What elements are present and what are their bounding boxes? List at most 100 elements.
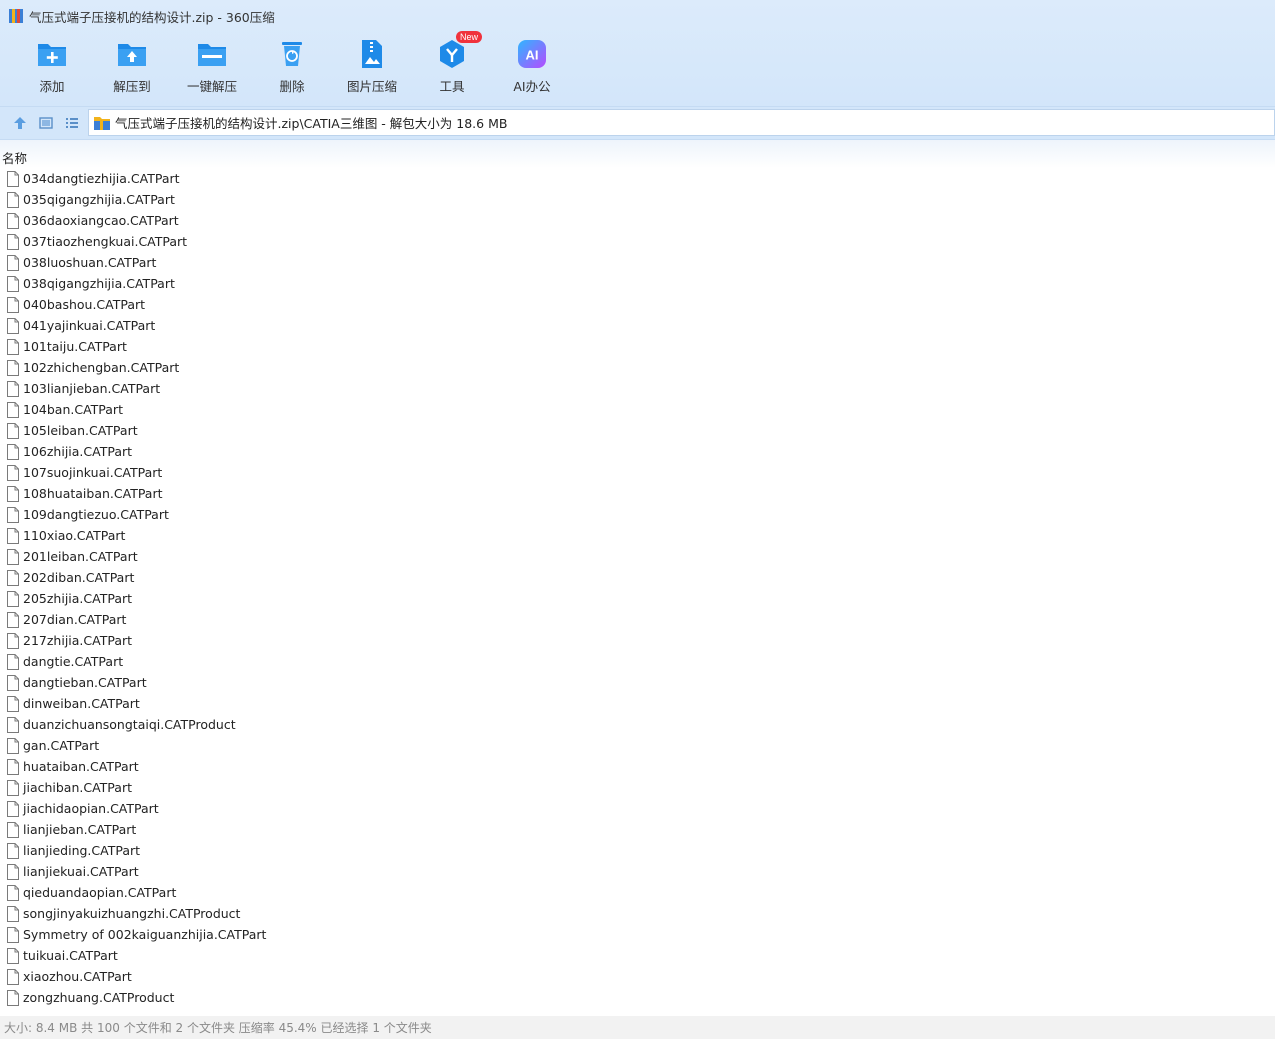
file-row[interactable]: lianjieban.CATPart	[0, 819, 1275, 840]
file-row[interactable]: duanzichuansongtaiqi.CATProduct	[0, 714, 1275, 735]
file-name: 205zhijia.CATPart	[23, 591, 133, 606]
file-icon	[7, 296, 19, 313]
add-label: 添加	[39, 79, 65, 94]
file-name: lianjieding.CATPart	[23, 843, 141, 858]
image-compress-button[interactable]: 图片压缩	[332, 38, 412, 96]
file-name: duanzichuansongtaiqi.CATProduct	[23, 717, 236, 732]
file-row[interactable]: 105leiban.CATPart	[0, 420, 1275, 441]
file-row[interactable]: 217zhijia.CATPart	[0, 630, 1275, 651]
file-name: jiachidaopian.CATPart	[23, 801, 159, 816]
file-name: huataiban.CATPart	[23, 759, 139, 774]
file-icon	[7, 317, 19, 334]
file-row[interactable]: 036daoxiangcao.CATPart	[0, 210, 1275, 231]
file-name: 038qigangzhijia.CATPart	[23, 276, 175, 291]
window-title: 气压式端子压接机的结构设计.zip - 360压缩	[29, 9, 275, 25]
file-icon	[7, 401, 19, 418]
file-name: dinweiban.CATPart	[23, 696, 140, 711]
file-name: dangtie.CATPart	[23, 654, 124, 669]
ai-office-button[interactable]: AI AI办公	[492, 38, 572, 96]
up-button[interactable]	[11, 114, 29, 132]
tools-label: 工具	[439, 79, 465, 94]
file-row[interactable]: 040bashou.CATPart	[0, 294, 1275, 315]
file-icon	[7, 275, 19, 292]
file-row[interactable]: 205zhijia.CATPart	[0, 588, 1275, 609]
file-row[interactable]: songjinyakuizhuangzhi.CATProduct	[0, 903, 1275, 924]
file-icon	[7, 842, 19, 859]
file-row[interactable]: 038luoshuan.CATPart	[0, 252, 1275, 273]
file-name: 107suojinkuai.CATPart	[23, 465, 163, 480]
file-row[interactable]: 104ban.CATPart	[0, 399, 1275, 420]
file-row[interactable]: Symmetry of 002kaiguanzhijia.CATPart	[0, 924, 1275, 945]
extract-to-button[interactable]: 解压到	[92, 38, 172, 96]
file-icon	[7, 380, 19, 397]
image-compress-label: 图片压缩	[346, 79, 397, 94]
file-row[interactable]: 101taiju.CATPart	[0, 336, 1275, 357]
list-view-button[interactable]	[63, 114, 81, 132]
file-row[interactable]: 109dangtiezuo.CATPart	[0, 504, 1275, 525]
file-row[interactable]: 038qigangzhijia.CATPart	[0, 273, 1275, 294]
file-name: songjinyakuizhuangzhi.CATProduct	[23, 906, 241, 921]
file-icon	[7, 191, 19, 208]
image-compress-icon	[362, 40, 382, 68]
file-row[interactable]: xiaozhou.CATPart	[0, 966, 1275, 987]
file-name: 102zhichengban.CATPart	[23, 360, 180, 375]
status-bar: 大小: 8.4 MB 共 100 个文件和 2 个文件夹 压缩率 45.4% 已…	[0, 1016, 1275, 1039]
file-row[interactable]: 041yajinkuai.CATPart	[0, 315, 1275, 336]
top-area: 气压式端子压接机的结构设计.zip - 360压缩 添加 解压到 一键解压 删除…	[0, 0, 1275, 106]
column-name-label: 名称	[2, 151, 28, 166]
file-row[interactable]: 108huataiban.CATPart	[0, 483, 1275, 504]
file-name: 109dangtiezuo.CATPart	[23, 507, 169, 522]
add-button[interactable]: 添加	[12, 38, 92, 96]
file-row[interactable]: 037tiaozhengkuai.CATPart	[0, 231, 1275, 252]
file-row[interactable]: huataiban.CATPart	[0, 756, 1275, 777]
file-row[interactable]: 035qigangzhijia.CATPart	[0, 189, 1275, 210]
address-path: 气压式端子压接机的结构设计.zip\CATIA三维图 - 解包大小为 18.6 …	[115, 116, 508, 131]
file-icon	[7, 821, 19, 838]
file-icon	[7, 926, 19, 943]
file-row[interactable]: jiachidaopian.CATPart	[0, 798, 1275, 819]
file-icon	[7, 758, 19, 775]
delete-button[interactable]: 删除	[252, 38, 332, 96]
file-icon	[7, 170, 19, 187]
file-row[interactable]: tuikuai.CATPart	[0, 945, 1275, 966]
file-row[interactable]: 202diban.CATPart	[0, 567, 1275, 588]
file-row[interactable]: gan.CATPart	[0, 735, 1275, 756]
file-icon	[7, 506, 19, 523]
file-icon	[7, 485, 19, 502]
file-name: jiachiban.CATPart	[23, 780, 132, 795]
file-name: xiaozhou.CATPart	[23, 969, 132, 984]
file-row[interactable]: 201leiban.CATPart	[0, 546, 1275, 567]
tools-button[interactable]: New 工具	[412, 31, 492, 96]
file-row[interactable]: dangtie.CATPart	[0, 651, 1275, 672]
file-icon	[7, 968, 19, 985]
file-row[interactable]: 110xiao.CATPart	[0, 525, 1275, 546]
file-row[interactable]: 207dian.CATPart	[0, 609, 1275, 630]
file-row[interactable]: 034dangtiezhijia.CATPart	[0, 168, 1275, 189]
file-row[interactable]: 106zhijia.CATPart	[0, 441, 1275, 462]
file-name: lianjieban.CATPart	[23, 822, 137, 837]
address-bar-row: 气压式端子压接机的结构设计.zip\CATIA三维图 - 解包大小为 18.6 …	[0, 106, 1275, 140]
file-row[interactable]: dangtieban.CATPart	[0, 672, 1275, 693]
one-click-extract-button[interactable]: 一键解压	[172, 38, 252, 96]
file-row[interactable]: 102zhichengban.CATPart	[0, 357, 1275, 378]
address-bar[interactable]: 气压式端子压接机的结构设计.zip\CATIA三维图 - 解包大小为 18.6 …	[88, 109, 1275, 136]
column-header-name[interactable]: 名称	[0, 140, 1275, 168]
new-badge: New	[456, 31, 483, 43]
file-row[interactable]: qieduandaopian.CATPart	[0, 882, 1275, 903]
file-row[interactable]: lianjiekuai.CATPart	[0, 861, 1275, 882]
file-name: 034dangtiezhijia.CATPart	[23, 171, 180, 186]
file-name: 106zhijia.CATPart	[23, 444, 133, 459]
thumbnail-view-button[interactable]	[37, 114, 55, 132]
one-click-extract-icon	[198, 44, 226, 66]
file-icon	[7, 569, 19, 586]
extract-to-icon	[118, 44, 146, 66]
file-row[interactable]: lianjieding.CATPart	[0, 840, 1275, 861]
file-row[interactable]: 107suojinkuai.CATPart	[0, 462, 1275, 483]
file-row[interactable]: 103lianjieban.CATPart	[0, 378, 1275, 399]
archive-icon	[94, 116, 110, 130]
archive-icon	[9, 9, 23, 23]
file-row[interactable]: jiachiban.CATPart	[0, 777, 1275, 798]
file-name: 036daoxiangcao.CATPart	[23, 213, 179, 228]
file-row[interactable]: dinweiban.CATPart	[0, 693, 1275, 714]
file-row[interactable]: zongzhuang.CATProduct	[0, 987, 1275, 1008]
